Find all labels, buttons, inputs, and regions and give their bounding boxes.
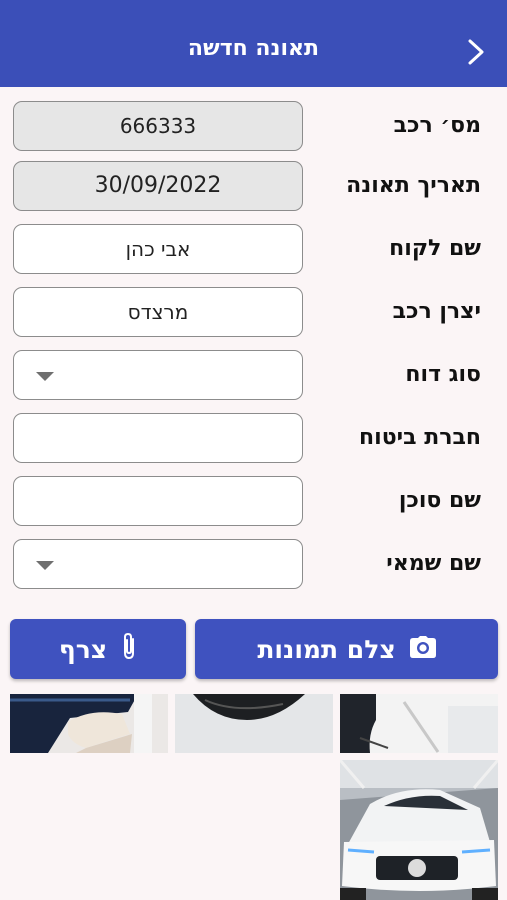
appraiser-name-row: שם שמאי: [0, 539, 507, 591]
accident-date-row: תאריך תאונה 30/09/2022: [0, 161, 507, 213]
back-chevron-icon[interactable]: [465, 38, 487, 66]
appraiser-name-select[interactable]: [13, 539, 303, 589]
vehicle-number-row: מס׳ רכב 666333: [0, 101, 507, 153]
customer-name-field[interactable]: אבי כהן: [13, 224, 303, 274]
accident-date-field[interactable]: 30/09/2022: [13, 161, 303, 211]
manufacturer-label: יצרן רכב: [392, 299, 481, 324]
photo-thumbnail[interactable]: [340, 694, 498, 753]
vehicle-number-field[interactable]: 666333: [13, 101, 303, 151]
agent-name-row: שם סוכן: [0, 476, 507, 528]
dropdown-caret-icon: [36, 372, 54, 381]
page-title: תאונה חדשה: [187, 36, 320, 61]
accident-date-label: תאריך תאונה: [346, 173, 481, 198]
take-photos-label: צלם תמונות: [257, 634, 396, 664]
attach-button[interactable]: צרף: [10, 619, 186, 679]
manufacturer-row: יצרן רכב מרצדס: [0, 287, 507, 339]
customer-name-label: שם לקוח: [389, 236, 481, 261]
agent-name-label: שם סוכן: [398, 488, 481, 513]
dropdown-caret-icon: [36, 561, 54, 570]
agent-name-field[interactable]: [13, 476, 303, 526]
report-type-row: סוג דוח: [0, 350, 507, 402]
app-header: תאונה חדשה: [0, 0, 507, 87]
insurance-company-field[interactable]: [13, 413, 303, 463]
report-type-select[interactable]: [13, 350, 303, 400]
camera-icon: [409, 635, 436, 664]
paperclip-icon: [121, 631, 137, 667]
photo-thumbnail[interactable]: [175, 694, 333, 753]
insurance-company-row: חברת ביטוח: [0, 413, 507, 465]
insurance-company-label: חברת ביטוח: [359, 425, 481, 450]
attach-label: צרף: [58, 634, 108, 664]
report-type-label: סוג דוח: [405, 362, 481, 387]
photo-thumbnail[interactable]: [10, 694, 168, 753]
photo-thumbnail[interactable]: [340, 760, 498, 900]
customer-name-row: שם לקוח אבי כהן: [0, 224, 507, 276]
manufacturer-field[interactable]: מרצדס: [13, 287, 303, 337]
appraiser-name-label: שם שמאי: [386, 551, 481, 576]
vehicle-number-label: מס׳ רכב: [393, 113, 481, 138]
take-photos-button[interactable]: צלם תמונות: [195, 619, 498, 679]
